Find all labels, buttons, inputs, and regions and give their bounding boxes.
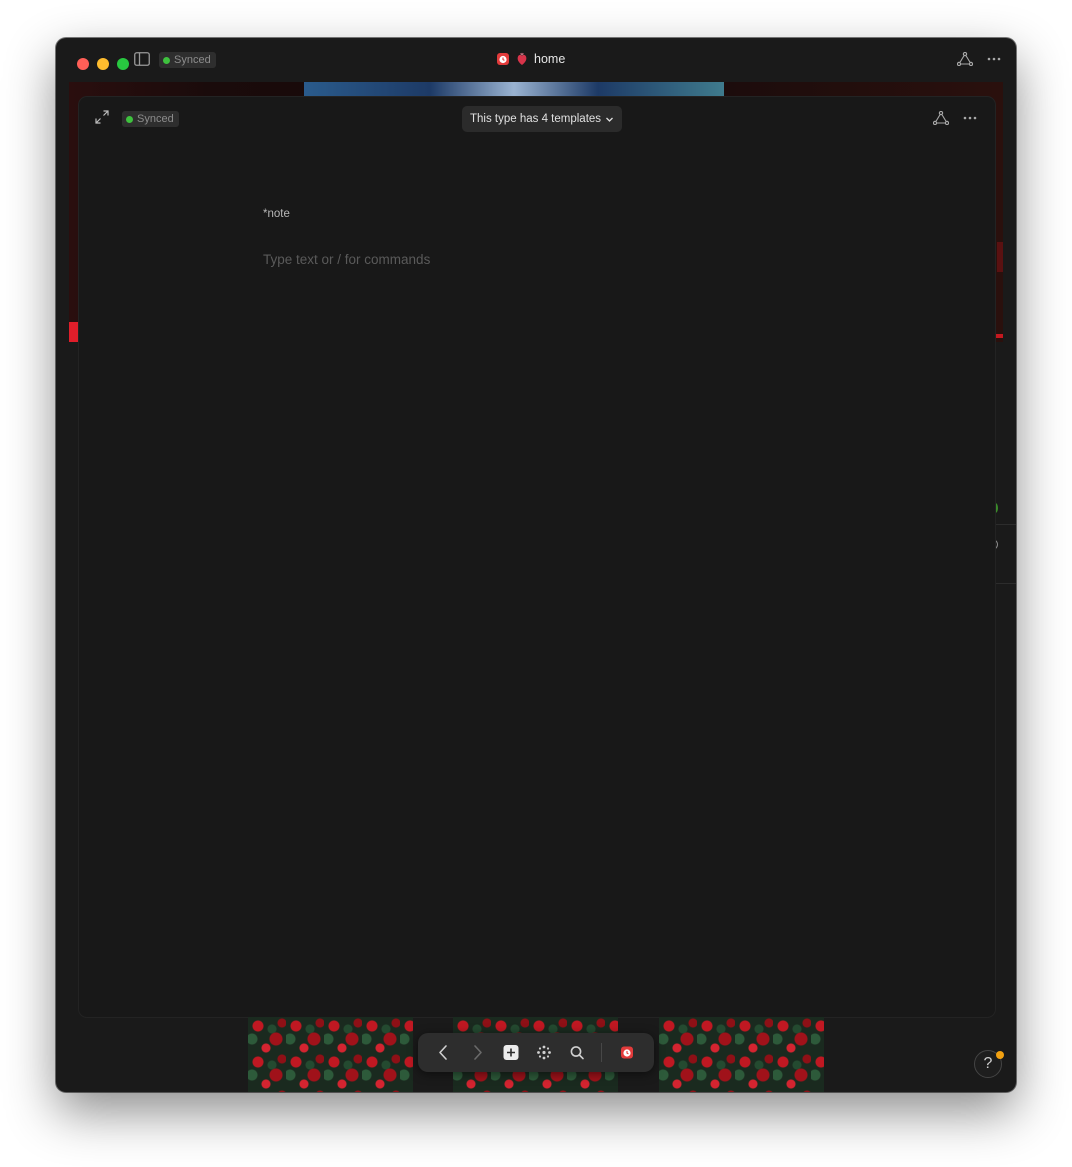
- close-window-button[interactable]: [77, 58, 89, 70]
- more-options-icon[interactable]: [963, 112, 977, 124]
- more-options-icon[interactable]: [987, 53, 1001, 65]
- app-window: Synced home Synced This type has 4 templ…: [56, 38, 1016, 1092]
- notification-dot: [996, 1051, 1004, 1059]
- background-side-panel: [992, 503, 1016, 584]
- sync-dot-icon: [126, 115, 133, 123]
- sync-dot-icon: [163, 56, 170, 64]
- cover-image-detail: [69, 322, 78, 342]
- search-icon[interactable]: [562, 1033, 592, 1072]
- graph-icon[interactable]: [957, 52, 973, 66]
- sidebar-toggle-icon[interactable]: [134, 52, 150, 66]
- footer: ?: [56, 1017, 1016, 1092]
- sync-status-badge[interactable]: Synced: [159, 52, 216, 68]
- space-alarm-icon: [497, 53, 509, 65]
- sync-status-badge[interactable]: Synced: [122, 111, 179, 127]
- sync-status-label: Synced: [174, 54, 211, 66]
- back-arrow-icon[interactable]: [428, 1033, 458, 1072]
- page-title: home: [534, 52, 566, 66]
- space-icon[interactable]: [612, 1033, 642, 1072]
- plus-icon[interactable]: [496, 1033, 526, 1072]
- editor-panel: Synced This type has 4 templates *note T…: [78, 96, 996, 1018]
- graph-icon[interactable]: [933, 111, 949, 125]
- minimize-window-button[interactable]: [97, 58, 109, 70]
- rose-background-image: [248, 1017, 413, 1092]
- templates-button[interactable]: This type has 4 templates: [462, 106, 623, 132]
- object-type-label[interactable]: *note: [263, 208, 290, 220]
- editor-input[interactable]: Type text or / for commands: [263, 252, 430, 267]
- help-label: ?: [983, 1055, 993, 1072]
- heart-organ-icon: [517, 52, 527, 65]
- cover-image-detail: [997, 242, 1003, 272]
- graph-dots-icon[interactable]: [529, 1033, 559, 1072]
- forward-arrow-icon[interactable]: [463, 1033, 493, 1072]
- divider: [601, 1043, 602, 1062]
- expand-icon[interactable]: [95, 110, 109, 124]
- zoom-window-button[interactable]: [117, 58, 129, 70]
- titlebar: Synced home: [56, 38, 1016, 82]
- templates-button-label: This type has 4 templates: [470, 113, 602, 125]
- rose-background-image: [659, 1017, 824, 1092]
- breadcrumb[interactable]: home: [496, 50, 565, 68]
- chevron-down-icon: [606, 117, 614, 122]
- sync-status-label: Synced: [137, 113, 174, 125]
- navigation-bar: [418, 1033, 654, 1072]
